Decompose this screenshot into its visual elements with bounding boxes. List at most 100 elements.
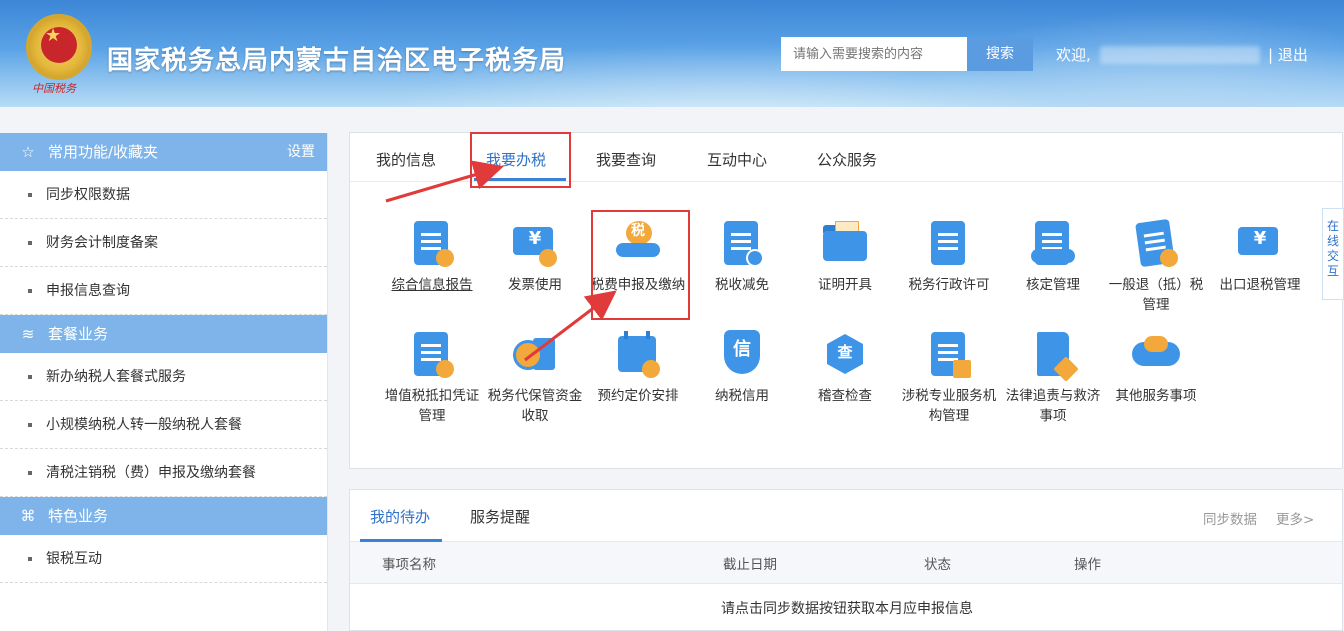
service-label: 法律追责与救济事项	[1005, 388, 1101, 424]
folder-document-icon	[819, 217, 871, 269]
service-legal-remedy[interactable]: 法律追责与救济事项	[1005, 328, 1101, 426]
online-interaction-tab[interactable]: 在线交互	[1322, 208, 1344, 300]
logout-link[interactable]: | 退出	[1268, 44, 1308, 65]
highlight-tab-box	[470, 132, 571, 188]
welcome-text: 欢迎,	[1056, 46, 1091, 64]
inbox-document-icon	[1027, 217, 1079, 269]
settings-link[interactable]: 设置	[287, 133, 315, 171]
search-button[interactable]: 搜索	[967, 37, 1033, 71]
service-refund-management[interactable]: 一般退（抵）税管理	[1108, 217, 1204, 315]
service-label: 税务代保管资金收取	[487, 388, 583, 424]
section-title: 常用功能/收藏夹	[48, 143, 159, 161]
sidebar-item-label: 新办纳税人套餐式服务	[46, 369, 186, 385]
sidebar-section-packages[interactable]: ≋ 套餐业务	[0, 315, 327, 353]
service-label: 发票使用	[508, 277, 562, 293]
service-invoice[interactable]: ¥ 发票使用	[487, 217, 583, 295]
service-label: 增值税抵扣凭证管理	[384, 388, 480, 424]
service-label: 稽查检查	[818, 388, 872, 404]
service-label: 涉税专业服务机构管理	[901, 388, 997, 424]
empty-state-message: 请点击同步数据按钮获取本月应申报信息	[721, 601, 973, 617]
service-export-refund[interactable]: ¥ 出口退税管理	[1212, 217, 1308, 295]
building-document-icon	[923, 328, 975, 380]
tab-public-service[interactable]: 公众服务	[817, 149, 877, 170]
tab-my-info[interactable]: 我的信息	[376, 149, 436, 170]
section-title: 特色业务	[48, 507, 109, 525]
site-header: ★ 中国税务 国家税务总局内蒙古自治区电子税务局 搜索 欢迎, | 退出	[0, 0, 1344, 107]
sidebar-item-declaration-query[interactable]: 申报信息查询	[0, 267, 327, 315]
tab-query[interactable]: 我要查询	[596, 149, 656, 170]
highlight-service-box	[591, 210, 690, 320]
service-escrow-funds[interactable]: 税务代保管资金收取	[487, 328, 583, 426]
todo-table-header: 事项名称 截止日期 状态 操作	[350, 542, 1342, 584]
service-inspection[interactable]: 查 稽查检查	[797, 328, 893, 406]
service-tax-reduction[interactable]: 税收减免	[694, 217, 790, 295]
service-comprehensive-report[interactable]: 综合信息报告	[384, 217, 480, 295]
layers-icon: ≋	[21, 325, 35, 343]
service-certificate[interactable]: 证明开具	[797, 217, 893, 295]
inspection-badge-icon: 查	[819, 328, 871, 380]
service-label: 税务行政许可	[908, 277, 990, 293]
service-professional-agencies[interactable]: 涉税专业服务机构管理	[901, 328, 997, 426]
invoice-icon: ¥	[509, 217, 561, 269]
tab-my-todo[interactable]: 我的待办	[370, 506, 430, 527]
clipboard-mic-icon	[406, 217, 458, 269]
coin-stack-icon	[509, 328, 561, 380]
sidebar-item-new-taxpayer-package[interactable]: 新办纳税人套餐式服务	[0, 353, 327, 401]
todo-tabs: 我的待办 服务提醒 同步数据 更多>	[350, 490, 1342, 542]
column-item-name: 事项名称	[382, 557, 436, 573]
service-label: 预约定价安排	[597, 388, 679, 404]
sidebar: ☆ 常用功能/收藏夹 设置 同步权限数据 财务会计制度备案 申报信息查询 ≋ 套餐业…	[0, 133, 328, 631]
sidebar-item-bank-tax-interaction[interactable]: 银税互动	[0, 535, 327, 583]
sidebar-section-favorites[interactable]: ☆ 常用功能/收藏夹 设置	[0, 133, 327, 171]
service-label: 其他服务事项	[1115, 388, 1197, 404]
service-assessment[interactable]: 核定管理	[1005, 217, 1101, 295]
sidebar-item-small-to-general-package[interactable]: 小规模纳税人转一般纳税人套餐	[0, 401, 327, 449]
column-deadline: 截止日期	[723, 557, 777, 573]
service-label: 证明开具	[818, 277, 872, 293]
command-icon: ⌘	[20, 507, 36, 525]
sidebar-section-special[interactable]: ⌘ 特色业务	[0, 497, 327, 535]
yuan-glyph: ¥	[1253, 228, 1267, 249]
tab-interaction-center[interactable]: 互动中心	[707, 149, 767, 170]
audit-glyph: 查	[837, 343, 853, 361]
star-icon: ☆	[21, 143, 35, 161]
handshake-icon	[1130, 328, 1182, 380]
service-apa[interactable]: 预约定价安排	[590, 328, 686, 406]
credit-glyph: 信	[733, 339, 751, 360]
sidebar-item-label: 清税注销税（费）申报及缴纳套餐	[46, 465, 256, 481]
sidebar-item-deregistration-package[interactable]: 清税注销税（费）申报及缴纳套餐	[0, 449, 327, 497]
site-title: 国家税务总局内蒙古自治区电子税务局	[107, 46, 567, 76]
service-admin-license[interactable]: 税务行政许可	[901, 217, 997, 295]
column-status: 状态	[924, 557, 951, 573]
sidebar-item-label: 银税互动	[46, 551, 102, 567]
service-vat-deduction[interactable]: 增值税抵扣凭证管理	[384, 328, 480, 426]
sidebar-item-sync-permissions[interactable]: 同步权限数据	[0, 171, 327, 219]
sidebar-item-accounting-filing[interactable]: 财务会计制度备案	[0, 219, 327, 267]
service-label: 一般退（抵）税管理	[1108, 277, 1204, 313]
column-actions: 操作	[1074, 557, 1101, 573]
todo-panel: 我的待办 服务提醒 同步数据 更多> 事项名称 截止日期 状态 操作 请点击同步…	[349, 489, 1343, 631]
list-tag-icon	[716, 217, 768, 269]
tab-service-reminder[interactable]: 服务提醒	[470, 506, 530, 527]
service-label: 综合信息报告	[391, 277, 473, 293]
export-cards-icon: ¥	[1234, 217, 1286, 269]
documents-gear-icon	[1130, 217, 1182, 269]
service-label: 税收减免	[715, 277, 769, 293]
service-label: 纳税信用	[715, 388, 769, 404]
sidebar-item-label: 同步权限数据	[46, 187, 130, 203]
more-link[interactable]: 更多>	[1276, 508, 1314, 528]
section-title: 套餐业务	[48, 325, 109, 343]
sync-data-link[interactable]: 同步数据	[1203, 508, 1257, 528]
yuan-glyph: ¥	[528, 228, 542, 249]
sidebar-item-label: 财务会计制度备案	[46, 235, 158, 251]
service-other[interactable]: 其他服务事项	[1108, 328, 1204, 406]
redacted-username	[1100, 46, 1260, 64]
service-label: 出口退税管理	[1219, 277, 1301, 293]
sidebar-item-label: 申报信息查询	[46, 283, 130, 299]
sidebar-item-label: 小规模纳税人转一般纳税人套餐	[46, 417, 242, 433]
service-tax-credit[interactable]: 信 纳税信用	[694, 328, 790, 406]
search-input[interactable]	[781, 37, 967, 71]
credit-shield-icon: 信	[716, 328, 768, 380]
calendar-check-icon	[612, 328, 664, 380]
law-book-icon	[1027, 328, 1079, 382]
